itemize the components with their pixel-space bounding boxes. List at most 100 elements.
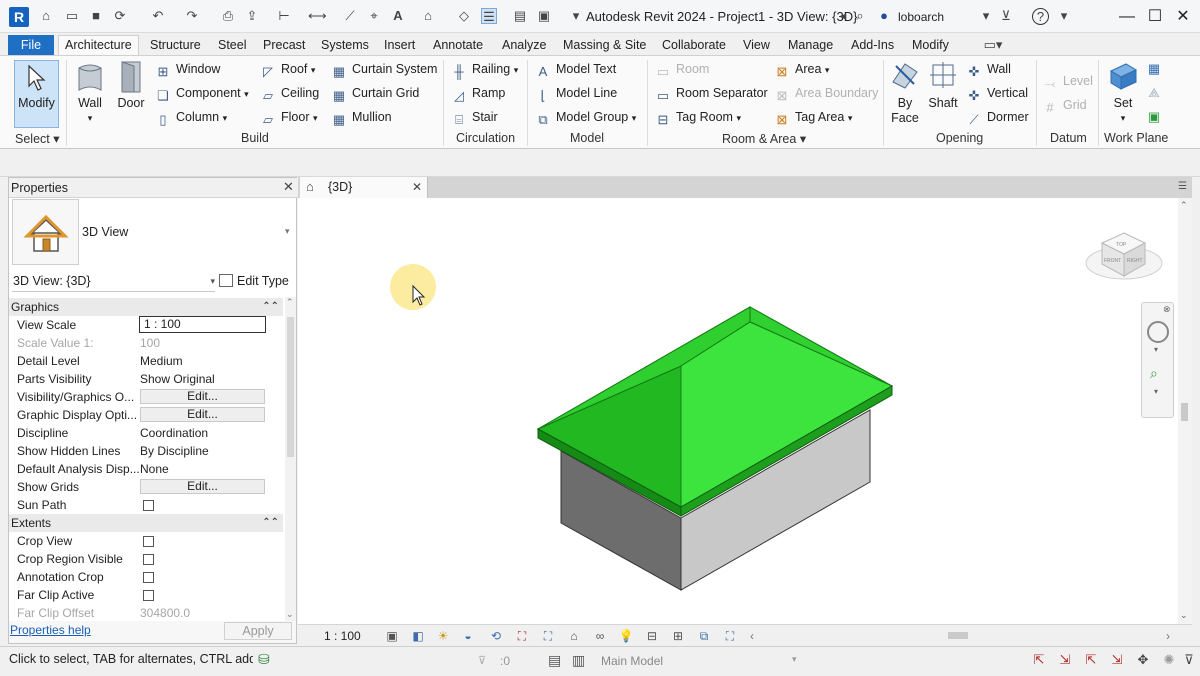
- shadows-icon[interactable]: ◒: [460, 628, 476, 644]
- tab-steel[interactable]: Steel: [212, 36, 253, 55]
- lock-view-icon[interactable]: ⌂: [566, 628, 582, 644]
- redo-icon[interactable]: ↷: [184, 8, 200, 24]
- prop-row-show-hidden-lines[interactable]: Show Hidden Lines By Discipline: [9, 442, 283, 460]
- room-button[interactable]: ▭ Room: [655, 59, 710, 79]
- highlight-displacement-icon[interactable]: ⧉: [696, 628, 712, 644]
- select-panel-label[interactable]: Select ▾: [15, 131, 60, 146]
- area-button[interactable]: ⊠ Area ▾: [774, 59, 830, 79]
- zoom-dropdown-icon[interactable]: ▾: [1154, 387, 1158, 396]
- type-preview[interactable]: [12, 199, 79, 265]
- steering-wheel-icon[interactable]: [1147, 321, 1169, 343]
- help-icon[interactable]: ?: [1032, 8, 1049, 25]
- floor-button[interactable]: ▱ Floor ▾: [260, 107, 318, 127]
- tab-collaborate[interactable]: Collaborate: [656, 36, 732, 55]
- by-face-button[interactable]: By Face: [887, 96, 923, 126]
- crop-region-icon[interactable]: ⛶: [540, 628, 556, 644]
- ribbon-options-icon[interactable]: ▭▾: [982, 37, 1004, 53]
- view-scale-input[interactable]: 1 : 100: [139, 316, 266, 333]
- maximize-button[interactable]: ☐: [1144, 6, 1166, 28]
- house-model-3d[interactable]: TOP FRONT RIGHT: [298, 198, 1178, 624]
- mullion-button[interactable]: ▦ Mullion: [331, 107, 392, 127]
- group-extents[interactable]: Extents ⌃⌃: [9, 514, 283, 532]
- curtain-system-button[interactable]: ▦ Curtain System: [331, 59, 438, 79]
- prop-row-crop-region-visible[interactable]: Crop Region Visible: [9, 550, 283, 568]
- set-button[interactable]: Set ▾: [1106, 96, 1140, 124]
- hscroll-right-icon[interactable]: ›: [1160, 628, 1176, 644]
- column-button[interactable]: ▯ Column ▾: [155, 107, 227, 127]
- user-icon[interactable]: ●: [876, 8, 892, 24]
- tab-3d-view[interactable]: ⌂ {3D} ✕: [300, 177, 428, 198]
- tab-annotate[interactable]: Annotate: [427, 36, 489, 55]
- crop-view-checkbox[interactable]: [143, 536, 154, 547]
- temp-hide-icon[interactable]: ∞: [592, 628, 608, 644]
- tab-file[interactable]: File: [8, 35, 54, 55]
- dormer-button[interactable]: ⟋ Dormer: [966, 107, 1028, 127]
- background-process-icon[interactable]: ✺: [1160, 651, 1178, 669]
- crop-view-icon[interactable]: ⛶: [514, 628, 530, 644]
- search-back-icon[interactable]: ◂: [835, 8, 851, 24]
- tag-area-button[interactable]: ⊠ Tag Area ▾: [774, 107, 853, 127]
- editable-only-icon[interactable]: ▥: [572, 652, 585, 669]
- model-line-button[interactable]: ⌊ Model Line: [535, 83, 617, 103]
- prop-row-sun-path[interactable]: Sun Path: [9, 496, 283, 514]
- home-icon[interactable]: ⌂: [38, 8, 54, 24]
- ramp-button[interactable]: ◿ Ramp: [451, 83, 505, 103]
- tab-structure[interactable]: Structure: [144, 36, 207, 55]
- binoculars-icon[interactable]: ⌕: [852, 8, 868, 24]
- tab-systems[interactable]: Systems: [315, 36, 375, 55]
- undo-icon[interactable]: ↶: [150, 8, 166, 24]
- type-dropdown-icon[interactable]: ▾: [285, 226, 290, 237]
- canvas-vertical-scrollbar[interactable]: ⌃ ⌄: [1178, 198, 1192, 624]
- show-work-plane-icon[interactable]: ▦: [1146, 61, 1162, 77]
- tab-add-ins[interactable]: Add-Ins: [845, 36, 900, 55]
- viewer-icon[interactable]: ▣: [1146, 109, 1162, 125]
- view-scale-control[interactable]: 1 : 100: [324, 629, 361, 643]
- apply-button[interactable]: Apply: [224, 622, 292, 640]
- tag-icon[interactable]: ⌖: [366, 8, 382, 24]
- tab-view[interactable]: View: [737, 36, 776, 55]
- tab-manage[interactable]: Manage: [782, 36, 839, 55]
- room-area-panel-label[interactable]: Room & Area ▾: [722, 131, 806, 146]
- save-icon[interactable]: ■: [88, 8, 104, 24]
- prop-row-parts-visibility[interactable]: Parts Visibility Show Original: [9, 370, 283, 388]
- level-button[interactable]: ⤙ Level: [1042, 71, 1093, 91]
- prop-row-view-scale[interactable]: View Scale 1 : 100: [9, 316, 283, 334]
- section-icon[interactable]: ◇: [456, 8, 472, 24]
- select-underlay-icon[interactable]: ⇲: [1056, 651, 1074, 669]
- model-text-button[interactable]: A Model Text: [535, 59, 617, 79]
- ceiling-button[interactable]: ▱ Ceiling: [260, 83, 319, 103]
- prop-row-graphic-display[interactable]: Graphic Display Opti... Edit...: [9, 406, 283, 424]
- component-button[interactable]: ❏ Component ▾: [155, 83, 248, 103]
- wall-opening-button[interactable]: ✜ Wall: [966, 59, 1011, 79]
- wall-button[interactable]: Wall ▾: [70, 96, 110, 124]
- default-3d-view-icon[interactable]: ⌂: [420, 8, 436, 24]
- stair-button[interactable]: ⌸ Stair: [451, 107, 498, 127]
- annotation-crop-checkbox[interactable]: [143, 572, 154, 583]
- properties-scrollbar[interactable]: ⌃ ⌄: [285, 297, 296, 623]
- properties-close-icon[interactable]: ✕: [283, 179, 294, 195]
- measure-icon[interactable]: ⟷: [308, 8, 327, 24]
- crop-region-visible-checkbox[interactable]: [143, 554, 154, 565]
- select-pinned-icon[interactable]: ⇱: [1082, 651, 1100, 669]
- curtain-grid-button[interactable]: ▦ Curtain Grid: [331, 83, 420, 103]
- hscroll-thumb[interactable]: [948, 632, 968, 639]
- sun-path-icon[interactable]: ☀: [435, 628, 451, 644]
- view-tab-close-icon[interactable]: ✕: [412, 180, 422, 194]
- text-icon[interactable]: A: [390, 8, 406, 24]
- shaft-button[interactable]: Shaft: [925, 96, 961, 110]
- wheel-dropdown-icon[interactable]: ▾: [1154, 345, 1158, 354]
- cart-icon[interactable]: ⊻: [998, 8, 1014, 24]
- canvas-scroll-thumb[interactable]: [1181, 403, 1188, 421]
- grid-button[interactable]: # Grid: [1042, 95, 1086, 115]
- worksets-icon[interactable]: ⛁: [258, 651, 270, 668]
- show-grids-edit-button[interactable]: Edit...: [140, 479, 265, 494]
- tab-precast[interactable]: Precast: [257, 36, 311, 55]
- detail-level-icon[interactable]: ▣: [384, 628, 400, 644]
- tab-modify[interactable]: Modify: [906, 36, 955, 55]
- filter-icon[interactable]: ⊽: [478, 654, 486, 667]
- drag-elements-icon[interactable]: ✥: [1134, 651, 1152, 669]
- detail-line-icon[interactable]: ⟋: [342, 8, 358, 24]
- model-group-button[interactable]: ⧉ Model Group ▾: [535, 107, 636, 127]
- user-dropdown-icon[interactable]: ▾: [978, 8, 994, 24]
- prop-row-detail-level[interactable]: Detail Level Medium: [9, 352, 283, 370]
